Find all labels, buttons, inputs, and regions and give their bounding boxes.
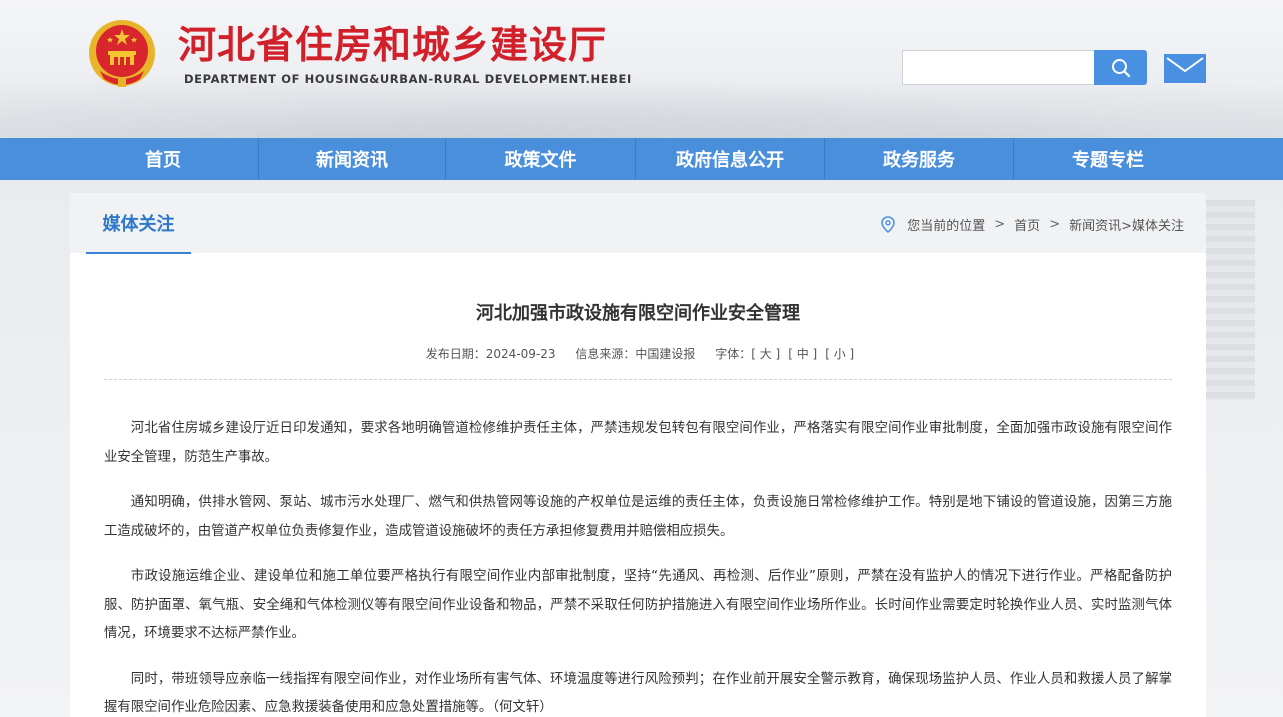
article-paragraph: 通知明确，供排水管网、泵站、城市污水处理厂、燃气和供热管网等设施的产权单位是运维… bbox=[104, 495, 1172, 539]
search-icon bbox=[1111, 58, 1130, 77]
info-source-value: 中国建设报 bbox=[635, 347, 696, 361]
search-input[interactable] bbox=[902, 50, 1095, 85]
font-size-small-button[interactable]: [ 小 ] bbox=[825, 347, 854, 361]
info-source: 信息来源：中国建设报 bbox=[575, 347, 695, 361]
article-meta: 发布日期：2024-09-23 信息来源：中国建设报 字体：[ 大 ] [ 中 ]… bbox=[70, 345, 1206, 362]
title-divider bbox=[104, 379, 1172, 380]
nav-item-topics[interactable]: 专题专栏 bbox=[1014, 138, 1202, 180]
site-title: 河北省住房和城乡建设厅 bbox=[178, 23, 608, 67]
mail-icon bbox=[1166, 57, 1204, 73]
breadcrumb-trail-link[interactable]: 新闻资讯>媒体关注 bbox=[1069, 215, 1184, 234]
article-paragraph: 市政设施运维企业、建设单位和施工单位要严格执行有限空间作业内部审批制度，坚持“先… bbox=[104, 569, 1172, 641]
mail-button[interactable] bbox=[1164, 54, 1206, 83]
search-button[interactable] bbox=[1094, 50, 1147, 85]
article-title: 河北加强市政设施有限空间作业安全管理 bbox=[476, 303, 800, 324]
publish-date: 发布日期：2024-09-23 bbox=[426, 347, 556, 361]
publish-date-label: 发布日期： bbox=[425, 347, 486, 361]
main-nav: 首页 新闻资讯 政策文件 政府信息公开 政务服务 专题专栏 bbox=[0, 138, 1283, 180]
nav-item-policy[interactable]: 政策文件 bbox=[446, 138, 635, 180]
article-paragraph: 河北省住房城乡建设厅近日印发通知，要求各地明确管道检修维护责任主体，严禁违规发包… bbox=[104, 421, 1172, 465]
breadcrumb-separator: > bbox=[1049, 216, 1061, 232]
section-tab[interactable]: 媒体关注 bbox=[86, 193, 191, 254]
site-subtitle: DEPARTMENT OF HOUSING&URBAN-RURAL DEVELO… bbox=[184, 72, 632, 86]
breadcrumb-separator: > bbox=[994, 216, 1006, 232]
nav-item-gov-info[interactable]: 政府信息公开 bbox=[636, 138, 824, 180]
font-size-large-button[interactable]: [ 大 ] bbox=[751, 347, 780, 361]
font-size-medium-button[interactable]: [ 中 ] bbox=[788, 347, 817, 361]
nav-item-services[interactable]: 政务服务 bbox=[825, 138, 1013, 180]
article-body: 河北省住房城乡建设厅近日印发通知，要求各地明确管道检修维护责任主体，严禁违规发包… bbox=[104, 415, 1172, 717]
national-emblem-logo bbox=[89, 20, 155, 87]
location-pin-icon bbox=[881, 215, 896, 233]
publish-date-value: 2024-09-23 bbox=[485, 347, 556, 361]
info-source-label: 信息来源： bbox=[575, 347, 636, 361]
nav-item-home[interactable]: 首页 bbox=[68, 138, 258, 180]
article-paragraph: 同时，带班领导应亲临一线指挥有限空间作业，对作业场所有害气体、环境温度等进行风险… bbox=[104, 671, 1172, 716]
breadcrumb: 您当前的位置 > 首页 > 新闻资讯>媒体关注 bbox=[881, 213, 1184, 235]
font-size-label: 字体： bbox=[715, 347, 752, 361]
content-card: 媒体关注 您当前的位置 > 首页 > 新闻资讯>媒体关注 河北加强市政设施有限空… bbox=[70, 193, 1206, 717]
breadcrumb-prefix: 您当前的位置 bbox=[907, 218, 986, 234]
breadcrumb-home-link[interactable]: 首页 bbox=[1014, 215, 1040, 234]
nav-item-news[interactable]: 新闻资讯 bbox=[259, 138, 445, 180]
